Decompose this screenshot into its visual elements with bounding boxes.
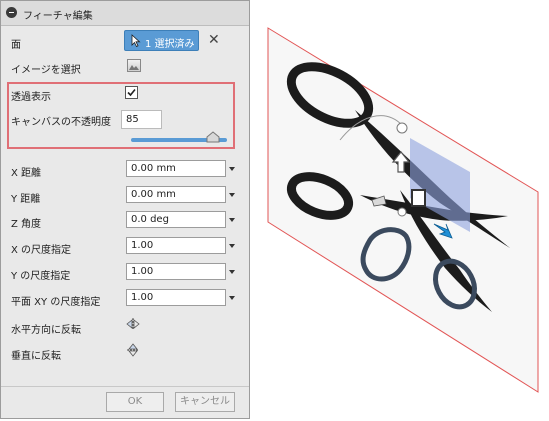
canvas-opacity-input[interactable]: 85 <box>121 110 162 129</box>
y-scale-input[interactable]: 1.00 <box>126 263 226 280</box>
flip-horizontal-label: 水平方向に反転 <box>11 325 81 336</box>
feature-edit-panel: フィーチャ編集 面 1 選択済み ✕ イメージを選択 透過表示 キャンバスの不透… <box>0 0 250 419</box>
y-scale-label: Y の尺度指定 <box>11 271 71 282</box>
y-distance-label: Y 距離 <box>11 194 41 205</box>
canvas-viewport[interactable] <box>252 0 549 421</box>
face-label: 面 <box>11 40 21 51</box>
rotation-handle[interactable] <box>396 122 408 134</box>
flip-vertical-icon[interactable] <box>126 343 140 357</box>
xy-scale-label: 平面 XY の尺度指定 <box>11 297 101 308</box>
cancel-button[interactable]: キャンセル <box>175 392 235 412</box>
pivot-handle[interactable] <box>397 207 407 217</box>
image-icon[interactable] <box>127 59 141 72</box>
x-scale-label: X の尺度指定 <box>11 245 72 256</box>
z-angle-input[interactable]: 0.0 deg <box>126 211 226 228</box>
flip-horizontal-icon[interactable] <box>126 317 140 331</box>
pointer-cursor-icon <box>131 34 141 47</box>
chevron-down-icon[interactable] <box>229 296 235 300</box>
transparency-label: 透過表示 <box>11 92 51 103</box>
selection-button[interactable]: 1 選択済み <box>124 30 199 51</box>
chevron-down-icon[interactable] <box>229 244 235 248</box>
x-scale-input[interactable]: 1.00 <box>126 237 226 254</box>
chevron-down-icon[interactable] <box>229 218 235 222</box>
y-distance-input[interactable]: 0.00 mm <box>126 186 226 203</box>
center-gizmo[interactable] <box>411 189 426 207</box>
panel-titlebar: フィーチャ編集 <box>1 1 249 26</box>
selection-count: 1 選択済み <box>145 39 195 50</box>
select-image-label: イメージを選択 <box>11 65 81 76</box>
checkmark-icon <box>127 88 136 97</box>
xy-scale-input[interactable]: 1.00 <box>126 289 226 306</box>
chevron-down-icon[interactable] <box>229 270 235 274</box>
transparency-checkbox[interactable] <box>125 86 138 99</box>
x-distance-input[interactable]: 0.00 mm <box>126 160 226 177</box>
chevron-down-icon[interactable] <box>229 167 235 171</box>
ok-button[interactable]: OK <box>106 392 164 412</box>
opacity-slider-thumb[interactable] <box>206 131 220 143</box>
z-angle-label: Z 角度 <box>11 219 42 230</box>
minus-circle-icon[interactable] <box>6 7 17 18</box>
image-glyph <box>129 65 139 70</box>
panel-title: フィーチャ編集 <box>23 11 93 22</box>
chevron-down-icon[interactable] <box>229 193 235 197</box>
canvas-opacity-label: キャンバスの不透明度 <box>11 117 111 128</box>
footer-divider <box>1 386 249 387</box>
x-distance-label: X 距離 <box>11 168 42 179</box>
close-icon[interactable]: ✕ <box>208 33 220 47</box>
flip-vertical-label: 垂直に反転 <box>11 351 61 362</box>
